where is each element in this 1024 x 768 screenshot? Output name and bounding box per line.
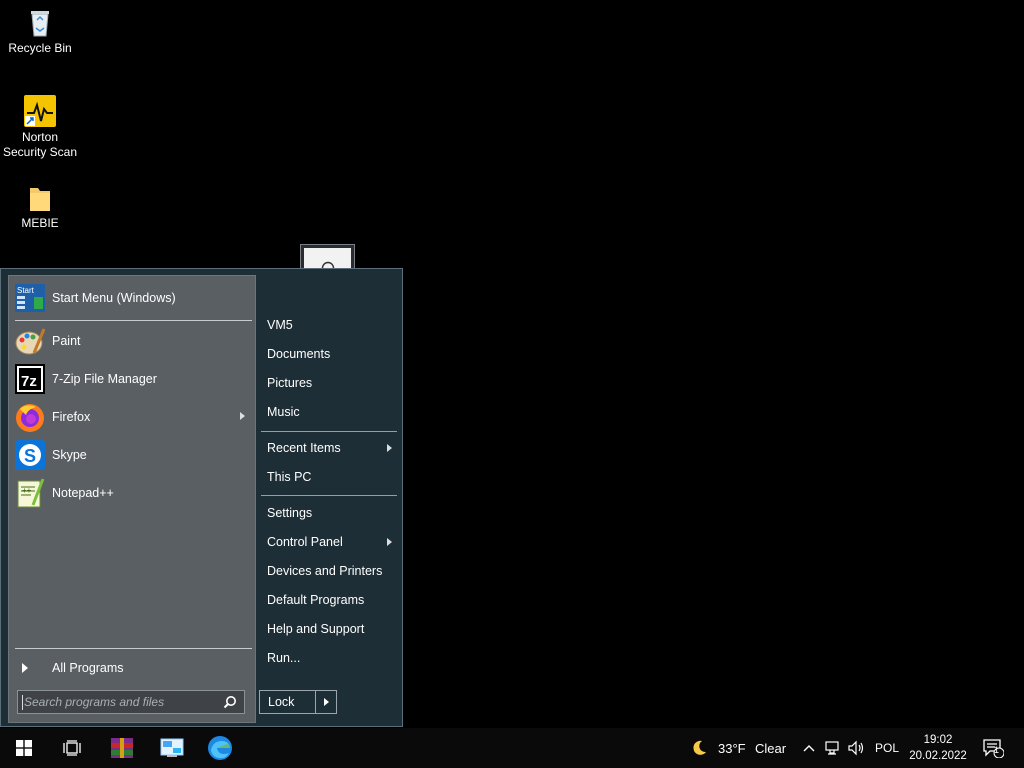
norton-icon <box>24 95 56 127</box>
task-view-button[interactable] <box>50 728 94 768</box>
place-documents[interactable]: Documents <box>259 341 397 367</box>
chevron-right-icon <box>323 698 329 706</box>
search-programs-input[interactable]: Search programs and files <box>17 690 245 714</box>
place-vm5[interactable]: VM5 <box>259 312 397 338</box>
taskbar-winrar[interactable] <box>100 728 144 768</box>
program-7zip[interactable]: 7z 7-Zip File Manager <box>14 361 250 397</box>
paint-icon <box>15 328 46 355</box>
program-firefox[interactable]: Firefox <box>14 399 250 435</box>
volume-tray-button[interactable] <box>846 728 868 768</box>
place-music[interactable]: Music <box>259 399 397 425</box>
svg-text:S: S <box>24 446 36 466</box>
clock[interactable]: 19:02 20.02.2022 <box>904 732 972 764</box>
place-pictures[interactable]: Pictures <box>259 370 397 396</box>
expand-arrow-icon <box>22 663 28 673</box>
submenu-arrow-icon <box>387 444 392 452</box>
task-view-icon <box>63 740 81 756</box>
lock-button-group: Lock <box>259 690 337 714</box>
svg-text:Start: Start <box>17 286 35 295</box>
program-label: Skype <box>52 448 87 462</box>
place-help-and-support[interactable]: Help and Support <box>259 616 397 642</box>
all-programs-button[interactable]: All Programs <box>14 654 250 682</box>
folder-icon <box>30 188 50 211</box>
search-icon[interactable] <box>220 692 240 712</box>
weather-temperature[interactable]: 33°F <box>718 741 746 756</box>
taskbar-control-panel[interactable] <box>150 728 194 768</box>
program-label: Firefox <box>52 410 91 424</box>
search-placeholder: Search programs and files <box>24 695 165 709</box>
speaker-icon <box>848 740 864 756</box>
clock-time: 19:02 <box>923 734 953 746</box>
start-button[interactable] <box>0 728 48 768</box>
desktop-icon-norton[interactable]: Norton Security Scan <box>0 95 80 160</box>
desktop-icon-label: Norton Security Scan <box>2 130 78 159</box>
network-icon <box>825 741 839 755</box>
place-recent-items[interactable]: Recent Items <box>259 435 397 461</box>
place-settings[interactable]: Settings <box>259 500 397 526</box>
firefox-icon <box>16 404 44 432</box>
weather-widget[interactable] <box>686 728 712 768</box>
place-control-panel[interactable]: Control Panel <box>259 529 397 555</box>
desktop-icon-label: MEBIE <box>21 216 59 230</box>
notepadpp-icon: ++ <box>17 478 45 508</box>
recycle-bin-icon <box>31 11 49 37</box>
desktop-icon-mebie[interactable]: MEBIE <box>0 185 80 231</box>
program-skype[interactable]: S Skype <box>14 437 250 473</box>
moon-icon <box>693 740 706 755</box>
skype-icon: S <box>15 440 45 470</box>
start-menu: Start Start Menu (Windows) Paint 7z 7-Zi… <box>0 268 403 727</box>
start-menu-programs-pane: Start Start Menu (Windows) Paint 7z 7-Zi… <box>8 275 256 723</box>
place-devices-and-printers[interactable]: Devices and Printers <box>259 558 397 584</box>
separator <box>15 320 252 321</box>
weather-condition[interactable]: Clear <box>755 741 786 756</box>
submenu-arrow-icon <box>387 538 392 546</box>
separator <box>261 431 397 432</box>
action-center-button[interactable] <box>980 728 1006 768</box>
program-notepadpp[interactable]: ++ Notepad++ <box>14 475 250 511</box>
taskbar: 33°F Clear POL 19:02 20.02.2022 1 <box>0 728 1024 768</box>
pinned-start-menu-windows[interactable]: Start Start Menu (Windows) <box>14 280 250 316</box>
edge-icon <box>208 736 232 760</box>
clock-date: 20.02.2022 <box>909 750 967 762</box>
input-language-indicator[interactable]: POL <box>875 741 899 755</box>
show-hidden-icons-button[interactable] <box>799 728 819 768</box>
program-label: Paint <box>52 334 81 348</box>
desktop-icon-recycle-bin[interactable]: Recycle Bin <box>0 6 80 56</box>
network-tray-button[interactable] <box>822 728 844 768</box>
taskbar-edge[interactable] <box>198 728 242 768</box>
notification-count-badge: 1 <box>994 745 1000 755</box>
windows-logo-icon <box>16 740 32 756</box>
svg-text:7z: 7z <box>21 373 37 390</box>
program-label: 7-Zip File Manager <box>52 372 157 386</box>
start-menu-icon: Start <box>15 284 45 312</box>
program-label: Notepad++ <box>52 486 114 500</box>
submenu-arrow-icon <box>240 412 245 420</box>
notification-icon <box>983 739 1004 758</box>
place-default-programs[interactable]: Default Programs <box>259 587 397 613</box>
winrar-icon <box>111 738 133 758</box>
chevron-up-icon <box>803 745 815 752</box>
lock-button[interactable]: Lock <box>260 691 316 713</box>
desktop-icon-label: Recycle Bin <box>8 41 72 55</box>
svg-text:++: ++ <box>22 486 32 495</box>
control-panel-icon <box>160 738 184 757</box>
separator <box>15 648 252 649</box>
power-options-button[interactable] <box>316 691 336 713</box>
separator <box>261 495 397 496</box>
all-programs-label: All Programs <box>52 661 124 675</box>
program-paint[interactable]: Paint <box>14 323 250 359</box>
place-this-pc[interactable]: This PC <box>259 464 397 490</box>
pinned-label: Start Menu (Windows) <box>52 291 176 305</box>
text-cursor <box>22 695 23 710</box>
7zip-icon: 7z <box>15 364 45 394</box>
place-run[interactable]: Run... <box>259 645 397 671</box>
